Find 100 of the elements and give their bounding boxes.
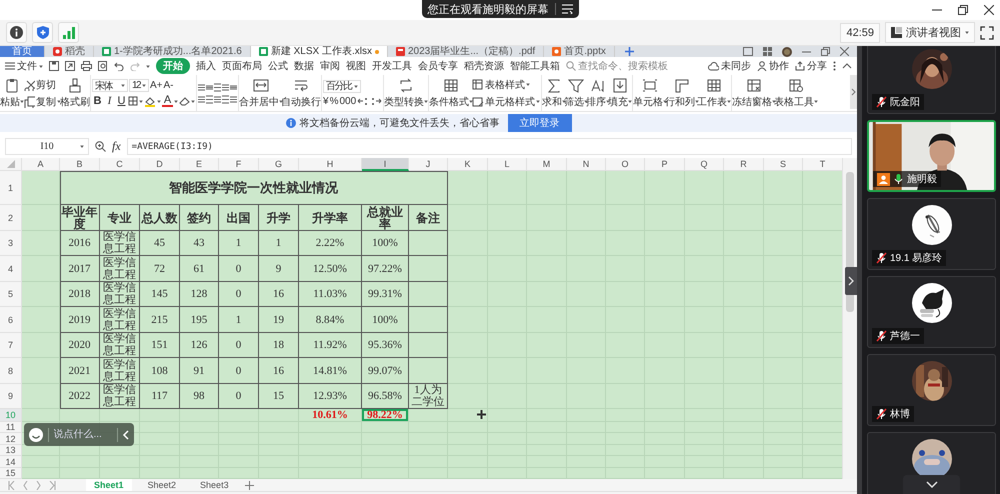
ribbon-button[interactable]: 格式刷: [60, 76, 90, 110]
align-icon[interactable]: [205, 94, 214, 104]
column-header[interactable]: E: [180, 158, 219, 171]
format-button[interactable]: U: [116, 95, 127, 107]
ribbon-button[interactable]: 工作表: [697, 76, 732, 110]
row-header[interactable]: 7: [0, 333, 22, 358]
apps-icon[interactable]: [763, 47, 772, 56]
panel-toggle[interactable]: [845, 267, 857, 295]
column-header[interactable]: I: [362, 158, 409, 171]
ribbon-button[interactable]: 剪切: [23, 78, 61, 92]
ribbon-tab[interactable]: 审阅: [320, 59, 340, 73]
column-header[interactable]: A: [22, 158, 60, 171]
sheet-tab[interactable]: Sheet3: [192, 479, 237, 491]
column-header[interactable]: S: [764, 158, 803, 171]
format-button[interactable]: I: [104, 95, 115, 107]
number-format-button[interactable]: ¥: [323, 96, 329, 106]
restore-icon[interactable]: [958, 5, 968, 15]
align-icon[interactable]: [229, 94, 238, 104]
column-header[interactable]: K: [448, 158, 488, 171]
column-header[interactable]: T: [803, 158, 842, 171]
close-icon[interactable]: [984, 5, 994, 15]
column-header[interactable]: C: [100, 158, 140, 171]
row-header[interactable]: 1: [0, 171, 22, 205]
eraser-icon[interactable]: [179, 96, 190, 106]
align-icon[interactable]: [229, 82, 238, 92]
number-format-button[interactable]: %: [330, 96, 338, 106]
collapse-left-icon[interactable]: [122, 430, 129, 440]
row-header[interactable]: 15: [0, 468, 22, 479]
document-tab[interactable]: 1-学院考研成功...名单2021.6: [94, 46, 251, 57]
column-header[interactable]: H: [299, 158, 362, 171]
video-tile[interactable]: 施明毅: [867, 120, 996, 192]
row-header[interactable]: 12: [0, 433, 22, 445]
avatar-icon[interactable]: [782, 46, 792, 56]
document-tab[interactable]: 稻壳: [45, 46, 94, 57]
formula-field[interactable]: =AVERAGE(I3:I9): [126, 138, 852, 155]
ribbon-button[interactable]: 表格工具: [774, 76, 818, 110]
column-header[interactable]: J: [409, 158, 448, 171]
column-header[interactable]: P: [645, 158, 685, 171]
column-header[interactable]: M: [527, 158, 567, 171]
ribbon-tab[interactable]: 插入: [196, 59, 216, 73]
zoom-icon[interactable]: [95, 141, 106, 152]
info-button[interactable]: [6, 22, 27, 43]
align-icon[interactable]: [213, 94, 222, 104]
more-icon[interactable]: [833, 61, 836, 71]
file-menu[interactable]: 文件: [5, 59, 43, 73]
ribbon-tab[interactable]: 开发工具: [372, 59, 412, 73]
row-header[interactable]: 4: [0, 256, 22, 282]
ribbon-tab[interactable]: 稻壳资源: [464, 59, 504, 73]
ribbon-button[interactable]: 填充: [608, 76, 632, 110]
column-header[interactable]: Q: [685, 158, 724, 171]
ribbon-button[interactable]: 复制: [23, 94, 61, 108]
security-button[interactable]: [32, 22, 53, 43]
ribbon-tab[interactable]: 数据: [294, 59, 314, 73]
font-size-button[interactable]: A-: [164, 80, 174, 91]
row-header[interactable]: 6: [0, 307, 22, 333]
ribbon-button[interactable]: 合并居中: [239, 76, 283, 110]
search-field[interactable]: 查找命令、搜索模板: [578, 60, 682, 72]
print-icon[interactable]: [81, 61, 92, 71]
row-header[interactable]: 2: [0, 205, 22, 231]
column-header[interactable]: F: [219, 158, 259, 171]
column-header[interactable]: L: [488, 158, 527, 171]
number-format-button[interactable]: 000: [339, 96, 356, 106]
ribbon-button[interactable]: 粘贴: [0, 76, 24, 110]
ribbon-button[interactable]: 单元格样式: [472, 94, 540, 108]
format-button[interactable]: B: [92, 95, 103, 107]
add-sheet-icon[interactable]: [244, 480, 254, 490]
ribbon-tab[interactable]: 页面布局: [222, 59, 262, 73]
toolbar-button[interactable]: 未同步: [708, 59, 751, 73]
video-tile[interactable]: 芦德一: [867, 276, 996, 348]
scrollbar[interactable]: [842, 158, 857, 479]
collapse-icon[interactable]: [842, 63, 852, 69]
increase-decimal-icon[interactable]: [357, 96, 370, 106]
align-icon[interactable]: [213, 82, 222, 92]
row-header[interactable]: 3: [0, 231, 22, 256]
font-select[interactable]: 宋体: [92, 79, 128, 92]
document-tab[interactable]: 首页: [0, 46, 45, 57]
save-icon[interactable]: [49, 61, 59, 71]
row-header[interactable]: 5: [0, 282, 22, 307]
window-layout-icon[interactable]: [743, 47, 753, 56]
scroll-down-button[interactable]: [903, 475, 960, 494]
border-icon[interactable]: [128, 96, 138, 106]
fullscreen-icon[interactable]: [980, 26, 994, 40]
ribbon-tab[interactable]: 视图: [346, 59, 366, 73]
chat-input[interactable]: 说点什么...: [54, 429, 112, 440]
column-header[interactable]: D: [140, 158, 180, 171]
export-icon[interactable]: [65, 61, 75, 71]
font-size-select[interactable]: 12: [129, 79, 149, 92]
document-tab[interactable]: 首页.pptx: [544, 46, 615, 57]
video-tile[interactable]: 林博: [867, 354, 996, 426]
undo-icon[interactable]: [114, 61, 124, 71]
align-icon[interactable]: [197, 82, 206, 92]
ribbon-button[interactable]: 自动换行: [281, 76, 321, 110]
video-tile[interactable]: 阮金阳: [867, 46, 996, 114]
login-button[interactable]: 立即登录: [508, 114, 572, 132]
function-button[interactable]: fx: [112, 139, 121, 154]
view-button[interactable]: 演讲者视图: [885, 22, 975, 43]
chat-field[interactable]: 说点什么...: [24, 423, 134, 446]
ribbon-tab[interactable]: 会员专享: [418, 59, 458, 73]
align-icon[interactable]: [197, 94, 206, 104]
toolbar-button[interactable]: 协作: [757, 59, 789, 73]
